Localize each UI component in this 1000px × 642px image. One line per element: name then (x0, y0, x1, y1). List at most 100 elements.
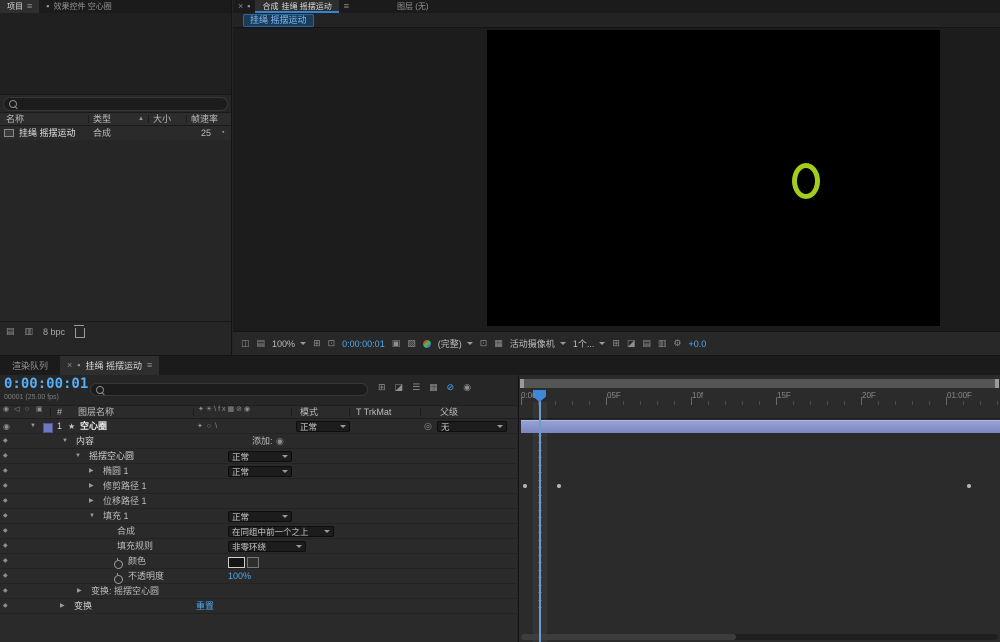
motion-blur-icon[interactable]: ⊘ (447, 383, 455, 392)
color-swatch[interactable] (228, 557, 245, 568)
column-name[interactable]: 名称 (6, 113, 24, 125)
keyframe-navigator-icon[interactable]: ◆ (3, 479, 8, 494)
property-label[interactable]: 变换 (74, 599, 92, 614)
property-label[interactable]: 合成 (117, 524, 135, 539)
panel-menu-icon[interactable]: ≡ (344, 2, 349, 11)
horizontal-scrollbar[interactable] (521, 634, 998, 640)
property-row-ellipse[interactable]: ◆ ▶ 椭圆 1 正常 (0, 464, 517, 479)
primary-viewer-icon[interactable]: ▤ (257, 339, 266, 348)
region-of-interest-icon[interactable]: ⊡ (480, 339, 488, 348)
snapshot-icon[interactable]: ▣ (392, 339, 401, 348)
transparency-grid-icon[interactable]: ▦ (494, 339, 503, 348)
twirl-icon[interactable]: ▶ (60, 599, 65, 614)
grid-guides-icon[interactable]: ⊞ (313, 339, 321, 348)
horizontal-scrollbar-thumb[interactable] (521, 634, 736, 640)
twirl-icon[interactable]: ▶ (77, 584, 82, 599)
keyframe-dot[interactable] (967, 484, 971, 488)
exposure-value[interactable]: +0.0 (689, 339, 707, 349)
parent-select[interactable]: 无 (437, 421, 507, 432)
property-row-group[interactable]: ◆ ▼ 摇摆空心圆 正常 (0, 449, 517, 464)
bit-depth-label[interactable]: 8 bpc (43, 327, 65, 337)
property-label[interactable]: 摇摆空心圆 (89, 449, 134, 464)
close-icon[interactable]: × (67, 361, 72, 370)
property-row-fill[interactable]: ◆ ▼ 填充 1 正常 (0, 509, 517, 524)
track-area[interactable]: 0:00f 05F 10f 15F 20F 01:00F I I I I I I (518, 375, 1000, 642)
keyframe-navigator-icon[interactable]: ◆ (3, 449, 8, 464)
column-size[interactable]: 大小 (153, 113, 171, 125)
navigator-start-handle[interactable] (520, 379, 524, 388)
property-row-color[interactable]: ◆ 颜色 (0, 554, 517, 570)
blend-mode-select[interactable]: 正常 (228, 511, 292, 522)
add-property-button[interactable]: ◉ (276, 434, 284, 449)
graph-editor-icon[interactable]: ◉ (463, 383, 471, 392)
column-layer-name[interactable]: 图层名称 (78, 406, 114, 418)
new-folder-icon[interactable]: ▥ (25, 327, 34, 336)
property-row-contents[interactable]: ◆ ▼ 内容 添加: ◉ (0, 434, 517, 449)
property-row-trim-paths[interactable]: ◆ ▶ 修剪路径 1 (0, 479, 517, 494)
keyframe-navigator-icon[interactable]: ◆ (3, 584, 8, 599)
sort-asc-icon[interactable]: ▲ (138, 113, 144, 125)
show-channel-icon[interactable] (422, 339, 431, 348)
keyframe-navigator-icon[interactable]: ◆ (3, 494, 8, 509)
current-time-display[interactable]: 0:00:00:01 (4, 376, 88, 392)
pickwhip-icon[interactable]: ◎ (424, 419, 432, 434)
property-label[interactable]: 不透明度 (128, 569, 164, 584)
layer-row[interactable]: ◉ ▼ 1 ★ 空心圈 ✦○\ 正常 ◎ 无 (0, 419, 517, 434)
frame-blending-icon[interactable]: ▦ (429, 383, 438, 392)
layer-label-color[interactable] (43, 423, 53, 433)
column-parent[interactable]: 父级 (440, 406, 458, 418)
view-layout-select[interactable]: 1个... (573, 337, 606, 350)
twirl-icon[interactable]: ▼ (30, 419, 36, 434)
twirl-icon[interactable]: ▼ (75, 449, 81, 464)
property-label[interactable]: 填充规则 (117, 539, 153, 554)
twirl-icon[interactable]: ▶ (89, 479, 94, 494)
pixel-aspect-icon[interactable]: ⊞ (612, 339, 620, 348)
layer-duration-bar[interactable] (521, 420, 1000, 433)
timeline-search-input[interactable] (90, 383, 368, 396)
composite-select[interactable]: 在同组中前一个之上 (228, 526, 334, 537)
timeline-button-icon[interactable]: ▤ (642, 339, 651, 348)
eye-column-icon[interactable]: ◉ (3, 406, 9, 413)
comp-viewer[interactable] (233, 28, 1000, 331)
fill-rule-select[interactable]: 非零环绕 (228, 541, 306, 552)
reset-link[interactable]: 重置 (196, 599, 214, 614)
column-divider[interactable] (186, 115, 187, 123)
column-divider[interactable] (88, 115, 89, 123)
property-label[interactable]: 椭圆 1 (103, 464, 129, 479)
navigator-end-handle[interactable] (995, 379, 999, 388)
tab-composition[interactable]: 合成 挂绳 摇摆运动 (255, 0, 339, 13)
keyframe-navigator-icon[interactable]: ◆ (3, 554, 8, 569)
tab-project[interactable]: 项目 ≡ (0, 0, 40, 13)
exposure-gear-icon[interactable]: ⚙ (673, 339, 681, 348)
column-mode[interactable]: 模式 (300, 406, 318, 418)
tab-layer[interactable]: 图层 (无) (390, 0, 436, 13)
current-time-indicator-line[interactable] (539, 401, 541, 642)
property-row-composite[interactable]: ◆ 合成 在同组中前一个之上 (0, 524, 517, 539)
tab-timeline-comp[interactable]: × ▪ 挂绳 摇摆运动 ≡ (60, 356, 160, 375)
twirl-icon[interactable]: ▶ (89, 464, 94, 479)
layer-mode-select[interactable]: 正常 (296, 421, 350, 432)
close-icon[interactable]: × (238, 2, 243, 11)
composition-frame[interactable] (487, 30, 940, 326)
lock-column-icon[interactable]: ▣ (36, 406, 43, 413)
property-row-transform[interactable]: ◆ ▶ 变换 重置 (0, 599, 517, 614)
property-row-offset-paths[interactable]: ◆ ▶ 位移路径 1 (0, 494, 517, 509)
comp-flowchart-icon[interactable]: ▥ (658, 339, 667, 348)
mask-visibility-icon[interactable]: ⊡ (328, 339, 336, 348)
keyframe-navigator-icon[interactable]: ◆ (3, 539, 8, 554)
comp-mini-flowchart-icon[interactable]: ⊞ (378, 383, 386, 392)
keyframe-navigator-icon[interactable]: ◆ (3, 509, 8, 524)
fast-previews-icon[interactable]: ◪ (627, 339, 636, 348)
zoom-select[interactable]: 100% (272, 339, 307, 349)
tab-effect-controls[interactable]: ▪ 效果控件 空心圈 (39, 0, 118, 13)
always-preview-icon[interactable]: ◫ (241, 339, 250, 348)
column-framerate[interactable]: 帧速率 (191, 113, 218, 125)
property-label[interactable]: 变换: 摇摆空心圆 (91, 584, 159, 599)
project-item-row[interactable]: 挂绳 摇摆运动 合成 25 ▪ (0, 126, 231, 140)
trash-icon[interactable] (74, 325, 86, 338)
eye-icon[interactable]: ◉ (3, 419, 10, 434)
column-index[interactable]: # (57, 406, 62, 418)
opacity-value[interactable]: 100% (228, 569, 251, 584)
hide-shy-layers-icon[interactable]: ☰ (412, 383, 420, 392)
keyframe-navigator-icon[interactable]: ◆ (3, 464, 8, 479)
